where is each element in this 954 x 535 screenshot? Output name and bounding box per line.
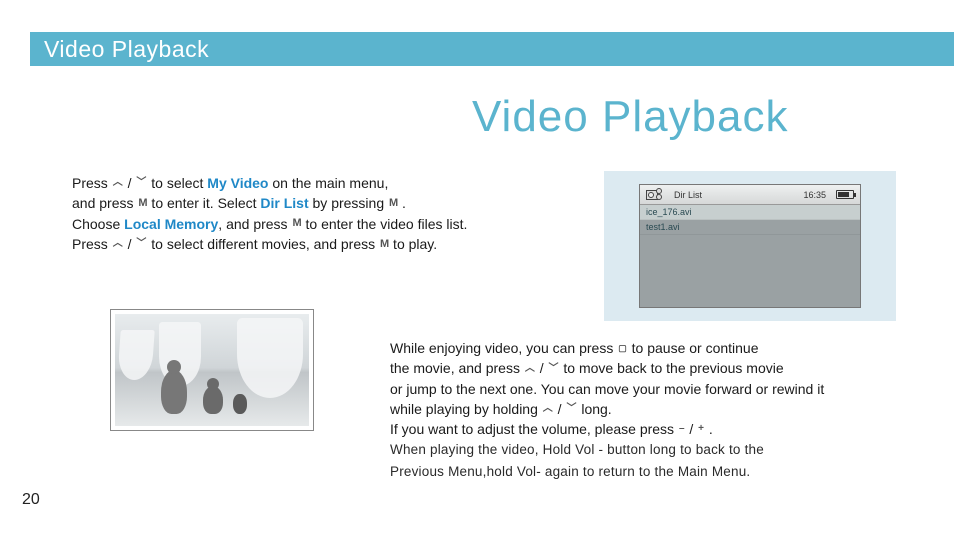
text: Press <box>72 236 112 252</box>
plus-icon: + <box>697 424 705 434</box>
m-button-icon: M <box>388 198 398 209</box>
text: to enter the video files list. <box>302 216 468 232</box>
text: If you want to adjust the volume, please… <box>390 421 678 437</box>
text: to select different movies, and press <box>147 236 379 252</box>
minus-icon: – <box>678 424 686 434</box>
text: . <box>398 195 406 211</box>
text: . <box>705 421 713 437</box>
down-chevron-icon: ﹀ <box>135 178 147 188</box>
up-chevron-icon: ︿ <box>112 178 124 188</box>
text: and press <box>72 195 137 211</box>
text: the movie, and press <box>390 360 524 376</box>
up-chevron-icon: ︿ <box>524 364 536 374</box>
m-button-icon: M <box>291 218 301 229</box>
m-button-icon: M <box>379 239 389 250</box>
page-title: Video Playback <box>472 92 789 142</box>
text: / <box>686 421 698 437</box>
text: or jump to the next one. You can move yo… <box>390 381 824 397</box>
down-chevron-icon: ﹀ <box>565 404 577 414</box>
camera-icon <box>646 189 664 201</box>
text: to select <box>147 175 207 191</box>
down-chevron-icon: ﹀ <box>548 364 560 374</box>
text: , and press <box>218 216 291 232</box>
illustration-frame <box>110 309 314 431</box>
file-row: ice_176.avi <box>640 205 860 220</box>
text: Press <box>72 175 112 191</box>
m-button-icon: M <box>137 198 147 209</box>
highlight-local-memory: Local Memory <box>124 216 218 232</box>
text: / <box>554 401 566 417</box>
highlight-dir-list: Dir List <box>260 195 308 211</box>
device-title: Dir List <box>674 190 702 200</box>
text: while playing by holding <box>390 401 542 417</box>
file-row: test1.avi <box>640 220 860 235</box>
text: / <box>124 236 136 252</box>
instructions-paragraph-1: Press ︿ / ﹀ to select My Video on the ma… <box>72 173 612 254</box>
instructions-paragraph-2: While enjoying video, you can press ▢ to… <box>390 338 910 482</box>
text: While enjoying video, you can press <box>390 340 617 356</box>
highlight-my-video: My Video <box>207 175 268 191</box>
text: / <box>536 360 548 376</box>
header-bar: Video Playback <box>30 32 954 66</box>
up-chevron-icon: ︿ <box>542 404 554 414</box>
text: on the main menu, <box>268 175 388 191</box>
hold-note: When playing the video, Hold Vol - butto… <box>390 442 764 478</box>
down-chevron-icon: ﹀ <box>135 239 147 249</box>
device-screenshot-frame: Dir List 16:35 ice_176.avi test1.avi <box>604 171 896 321</box>
pause-square-icon: ▢ <box>617 344 628 353</box>
text: long. <box>577 401 611 417</box>
device-time: 16:35 <box>803 190 826 200</box>
illustration-image <box>115 314 309 426</box>
header-title: Video Playback <box>44 36 209 63</box>
text: Choose <box>72 216 124 232</box>
text: by pressing <box>309 195 388 211</box>
text: / <box>124 175 136 191</box>
text: to play. <box>389 236 437 252</box>
device-screen: Dir List 16:35 ice_176.avi test1.avi <box>639 184 861 308</box>
battery-icon <box>836 190 854 199</box>
text: to pause or continue <box>628 340 759 356</box>
up-chevron-icon: ︿ <box>112 239 124 249</box>
page-number: 20 <box>22 491 40 509</box>
device-header: Dir List 16:35 <box>640 185 860 205</box>
text: to move back to the previous movie <box>560 360 784 376</box>
text: to enter it. Select <box>148 195 261 211</box>
